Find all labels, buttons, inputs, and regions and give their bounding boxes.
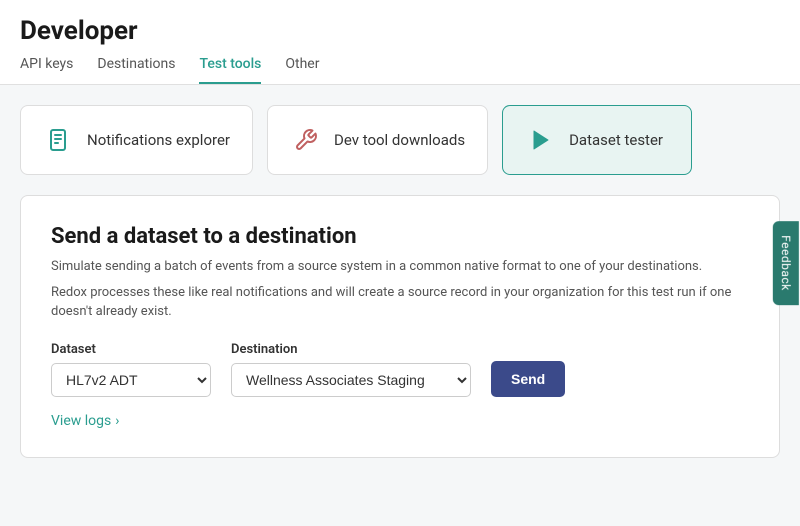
chevron-right-icon: › [115, 413, 119, 429]
page-title: Developer [20, 16, 780, 46]
panel-desc-1: Simulate sending a batch of events from … [51, 257, 749, 277]
form-row: Dataset HL7v2 ADT HL7v2 ORU HL7v2 SIU FH… [51, 342, 749, 397]
play-icon [525, 124, 557, 156]
tool-card-dev-tool-downloads[interactable]: Dev tool downloads [267, 105, 488, 175]
destination-select[interactable]: Wellness Associates Staging Associates S… [231, 363, 471, 397]
destination-form-group: Destination Wellness Associates Staging … [231, 342, 471, 397]
dataset-tester-label: Dataset tester [569, 131, 663, 149]
dataset-select[interactable]: HL7v2 ADT HL7v2 ORU HL7v2 SIU FHIR R4 [51, 363, 211, 397]
tool-card-notifications-explorer[interactable]: Notifications explorer [20, 105, 253, 175]
panel-title: Send a dataset to a destination [51, 224, 749, 249]
notifications-explorer-label: Notifications explorer [87, 131, 230, 149]
document-icon [43, 124, 75, 156]
main-content: Notifications explorer Dev tool download… [0, 85, 800, 478]
view-logs-link[interactable]: View logs › [51, 413, 749, 429]
dataset-form-group: Dataset HL7v2 ADT HL7v2 ORU HL7v2 SIU FH… [51, 342, 211, 397]
destination-label: Destination [231, 342, 471, 357]
send-button[interactable]: Send [491, 361, 565, 397]
feedback-tab[interactable]: Feedback [773, 221, 799, 305]
dev-tool-downloads-label: Dev tool downloads [334, 131, 465, 149]
content-panel: Send a dataset to a destination Simulate… [20, 195, 780, 458]
tool-card-dataset-tester[interactable]: Dataset tester [502, 105, 692, 175]
dataset-label: Dataset [51, 342, 211, 357]
view-logs-label: View logs [51, 413, 111, 429]
page-header: Developer API keys Destinations Test too… [0, 0, 800, 85]
panel-desc-2: Redox processes these like real notifica… [51, 283, 749, 322]
feedback-label: Feedback [779, 235, 793, 291]
tab-other[interactable]: Other [285, 56, 319, 84]
tab-destinations[interactable]: Destinations [97, 56, 175, 84]
tab-api-keys[interactable]: API keys [20, 56, 73, 84]
wrench-icon [290, 124, 322, 156]
tab-test-tools[interactable]: Test tools [199, 56, 261, 84]
nav-tabs: API keys Destinations Test tools Other [20, 56, 780, 84]
tool-cards-row: Notifications explorer Dev tool download… [20, 105, 780, 175]
